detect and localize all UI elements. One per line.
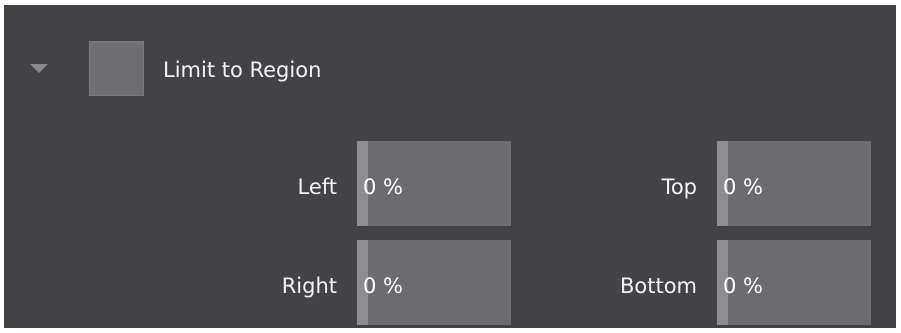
collapse-triangle-icon[interactable] — [30, 64, 48, 73]
bottom-input[interactable]: 0 % — [717, 240, 871, 325]
top-value: 0 % — [723, 175, 763, 199]
right-value: 0 % — [363, 274, 403, 298]
right-input[interactable]: 0 % — [357, 240, 511, 325]
right-label: Right — [281, 274, 337, 298]
left-input[interactable]: 0 % — [357, 141, 511, 226]
top-label: Top — [661, 175, 697, 199]
bottom-label: Bottom — [619, 274, 697, 298]
top-input[interactable]: 0 % — [717, 141, 871, 226]
left-label: Left — [297, 175, 337, 199]
panel-top-border — [0, 0, 896, 5]
limit-to-region-panel: Limit to Region Left 0 % Top 0 % Right 0… — [0, 0, 901, 333]
section-title: Limit to Region — [163, 58, 322, 82]
limit-to-region-checkbox[interactable] — [89, 41, 144, 96]
panel-left-border — [0, 0, 4, 333]
left-value: 0 % — [363, 175, 403, 199]
bottom-value: 0 % — [723, 274, 763, 298]
